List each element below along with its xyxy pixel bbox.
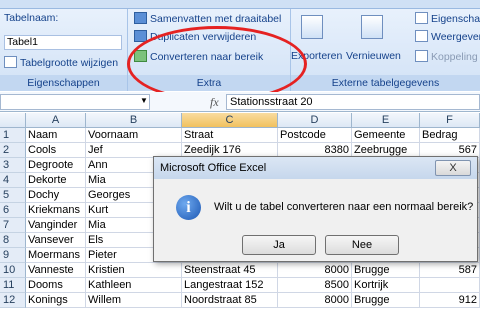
refresh-icon — [361, 15, 383, 39]
table-cell[interactable]: Kristien — [86, 263, 182, 278]
summarize-pivot-button[interactable]: Samenvatten met draaitabel — [134, 12, 281, 26]
summarize-pivot-label: Samenvatten met draaitabel — [150, 13, 282, 25]
table-cell[interactable]: Vanginder — [26, 218, 86, 233]
table-cell[interactable]: Moermans — [26, 248, 86, 263]
table-cell[interactable]: Noordstraat 85 — [182, 293, 278, 308]
convert-range-icon — [134, 50, 147, 62]
table-cell[interactable]: 8000 — [278, 263, 352, 278]
remove-duplicates-label: Duplicaten verwijderen — [150, 31, 257, 43]
info-icon: i — [176, 195, 201, 220]
name-box[interactable] — [0, 94, 150, 110]
table-cell[interactable]: 8000 — [278, 293, 352, 308]
resize-table-label: Tabelgrootte wijzigen — [20, 57, 119, 69]
table-cell[interactable]: Naam — [26, 128, 86, 143]
ribbon: Tabelnaam: Tabel1 Tabelgrootte wijzigen … — [0, 9, 480, 91]
group-extra: Samenvatten met draaitabel Duplicaten ve… — [128, 9, 291, 91]
row-header[interactable]: 7 — [0, 218, 26, 233]
convert-to-range-button[interactable]: Converteren naar bereik — [134, 50, 263, 64]
row-header[interactable]: 10 — [0, 263, 26, 278]
table-cell[interactable]: Willem — [86, 293, 182, 308]
group-eigenschappen: Tabelnaam: Tabel1 Tabelgrootte wijzigen … — [0, 9, 128, 91]
row-header[interactable]: 1 — [0, 128, 26, 143]
group-label-externe: Externe tabelgegevens — [291, 75, 480, 91]
remove-duplicates-icon — [134, 30, 147, 42]
open-browser-icon — [415, 30, 428, 42]
table-cell[interactable]: Postcode — [278, 128, 352, 143]
group-label-eigenschappen: Eigenschappen — [0, 75, 127, 91]
dialog-title: Microsoft Office Excel — [154, 157, 477, 179]
table-cell[interactable]: 587 — [420, 263, 480, 278]
refresh-button[interactable]: Vernieuwen — [346, 49, 401, 63]
select-all-corner[interactable] — [0, 113, 26, 128]
column-header[interactable]: C — [182, 113, 278, 128]
formula-input[interactable]: Stationsstraat 20 — [226, 94, 480, 110]
table-cell[interactable]: Gemeente — [352, 128, 420, 143]
column-header[interactable]: F — [420, 113, 480, 128]
export-icon — [301, 15, 323, 39]
column-header[interactable]: B — [86, 113, 182, 128]
column-header[interactable]: A — [26, 113, 86, 128]
convert-to-range-label: Converteren naar bereik — [150, 51, 264, 63]
row-header[interactable]: 5 — [0, 188, 26, 203]
table-cell[interactable]: Brugge — [352, 263, 420, 278]
resize-table-button[interactable]: Tabelgrootte wijzigen — [4, 56, 118, 70]
row-header[interactable]: 8 — [0, 233, 26, 248]
row-header[interactable]: 6 — [0, 203, 26, 218]
properties-icon — [415, 12, 428, 24]
row-header[interactable]: 11 — [0, 278, 26, 293]
table-cell[interactable]: Straat — [182, 128, 278, 143]
table-cell[interactable]: Cools — [26, 143, 86, 158]
table-cell[interactable]: Vansever — [26, 233, 86, 248]
resize-table-icon — [4, 56, 17, 68]
table-cell[interactable]: Brugge — [352, 293, 420, 308]
group-label-extra: Extra — [128, 75, 290, 91]
row-header[interactable]: 9 — [0, 248, 26, 263]
table-cell[interactable]: Kortrijk — [352, 278, 420, 293]
dialog-message: Wilt u de tabel converteren naar een nor… — [214, 201, 474, 213]
table-cell[interactable]: Kriekmans — [26, 203, 86, 218]
table-cell[interactable]: 912 — [420, 293, 480, 308]
row-header[interactable]: 4 — [0, 173, 26, 188]
table-cell[interactable]: Dekorte — [26, 173, 86, 188]
column-header[interactable]: D — [278, 113, 352, 128]
pivot-table-icon — [134, 12, 147, 24]
open-browser-label: Weergeven — [431, 31, 480, 43]
export-button[interactable]: Exporteren — [291, 49, 342, 63]
table-cell[interactable]: Konings — [26, 293, 86, 308]
fx-icon[interactable]: fx — [210, 95, 219, 110]
table-cell[interactable]: Langestraat 152 — [182, 278, 278, 293]
open-browser-button[interactable]: Weergeven — [415, 30, 480, 44]
row-header[interactable]: 2 — [0, 143, 26, 158]
properties-label: Eigenschap — [431, 13, 480, 25]
table-cell[interactable]: Kathleen — [86, 278, 182, 293]
confirm-dialog: Microsoft Office Excel X i Wilt u de tab… — [153, 156, 478, 262]
table-cell[interactable]: Voornaam — [86, 128, 182, 143]
table-cell[interactable]: Dochy — [26, 188, 86, 203]
unlink-icon — [415, 50, 428, 62]
unlink-label: Koppeling — [431, 51, 478, 63]
table-cell[interactable]: 8500 — [278, 278, 352, 293]
table-cell[interactable]: Vanneste — [26, 263, 86, 278]
yes-button[interactable]: Ja — [242, 235, 316, 255]
table-cell[interactable] — [420, 278, 480, 293]
group-externe: Exporteren Vernieuwen Eigenschap Weergev… — [291, 9, 480, 91]
name-box-dropdown-icon[interactable]: ▼ — [140, 96, 148, 105]
table-cell[interactable]: Dooms — [26, 278, 86, 293]
table-cell[interactable]: Degroote — [26, 158, 86, 173]
table-cell[interactable]: Bedrag — [420, 128, 480, 143]
close-button[interactable]: X — [435, 160, 471, 176]
properties-button[interactable]: Eigenschap — [415, 12, 480, 26]
tablename-input[interactable]: Tabel1 — [4, 35, 122, 50]
row-header[interactable]: 12 — [0, 293, 26, 308]
no-button[interactable]: Nee — [325, 235, 399, 255]
formula-bar: ▼ fx Stationsstraat 20 — [0, 92, 480, 112]
row-header[interactable]: 3 — [0, 158, 26, 173]
remove-duplicates-button[interactable]: Duplicaten verwijderen — [134, 30, 256, 44]
column-header[interactable]: E — [352, 113, 420, 128]
ribbon-tab-strip — [0, 0, 480, 9]
tablename-label: Tabelnaam: — [4, 12, 59, 24]
table-cell[interactable]: Steenstraat 45 — [182, 263, 278, 278]
unlink-button[interactable]: Koppeling — [415, 50, 478, 64]
